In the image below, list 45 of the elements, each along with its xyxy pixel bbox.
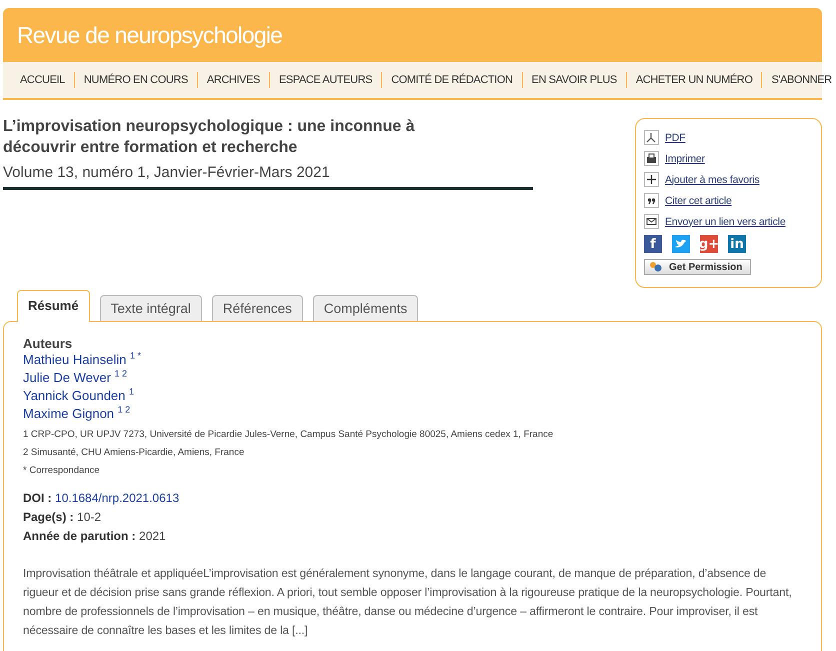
- nav-link[interactable]: ACHETER UN NUMÉRO: [626, 72, 762, 88]
- section-heading: Auteurs: [23, 336, 74, 351]
- nav-link[interactable]: S'ABONNER: [761, 72, 836, 88]
- share-icon[interactable]: f: [644, 235, 662, 253]
- doi-link[interactable]: 10.1684/nrp.2021.0613: [55, 491, 180, 505]
- author-link[interactable]: Yannick Gounden $^{1}$: [23, 387, 803, 405]
- nav-link[interactable]: EN SAVOIR PLUS: [522, 72, 626, 88]
- bird-icon[interactable]: [672, 235, 690, 253]
- author-link[interactable]: Mathieu Hainselin $^{1 *}$: [23, 351, 803, 369]
- tool-link[interactable]: Imprimer: [665, 152, 705, 164]
- nav-link[interactable]: ACCUEIL: [11, 72, 74, 88]
- meta-label: Année de parution :: [23, 529, 136, 543]
- nav-link[interactable]: ARCHIVES: [196, 72, 269, 88]
- tab[interactable]: Compléments: [312, 295, 418, 321]
- author-link[interactable]: Maxime Gignon $^{1 2}$: [23, 405, 803, 423]
- people-icon: [649, 261, 663, 273]
- quote-icon: [644, 193, 659, 208]
- printer-icon: [644, 151, 659, 166]
- tab[interactable]: Résumé: [17, 290, 90, 322]
- tab[interactable]: Références: [212, 295, 303, 321]
- mail-icon: [644, 214, 659, 229]
- document-icon: [644, 130, 659, 145]
- tool-link[interactable]: Envoyer un lien vers article: [665, 216, 786, 228]
- tool-link[interactable]: PDF: [665, 132, 686, 144]
- tool-link[interactable]: Ajouter à mes favoris: [665, 174, 760, 186]
- plus-icon: [644, 172, 659, 187]
- share-icon[interactable]: g+: [700, 235, 718, 253]
- issue-info: Volume 13, numéro 1, Janvier-Février-Mars 2021: [3, 164, 533, 190]
- meta-value: 10-2: [77, 510, 102, 524]
- meta-label: DOI :: [23, 491, 52, 505]
- affiliation-text: 2 Simusanté, CHU Amiens-Picardie, Amiens, France: [23, 446, 246, 459]
- abstract-text: Improvisation théâtrale et appliquéeL’improvisation est généralement synonyme, dans le langage courant, de manque de préparation, d’absence de rigueur et de décision prise sans grande réflexion. A priori, tout semble opposer l’improvisation à la rigoureuse pratique de la neuropsychologie. Pourtant, nombre de professionnels de l’improvisation – en musique, théâtre, danse ou médecine d’urgence – affirmeront le contraire. Pour improviser, il est nécessaire de connaître les bases et les limites de la [...]: [23, 566, 793, 639]
- nav-link[interactable]: NUMÉRO EN COURS: [74, 72, 197, 88]
- tool-link[interactable]: Citer cet article: [665, 194, 732, 206]
- author-link[interactable]: Julie De Wever $^{1 2}$: [23, 369, 803, 387]
- tab[interactable]: Texte intégral: [100, 295, 202, 321]
- share-icon[interactable]: in: [728, 235, 746, 253]
- meta-value: 2021: [139, 529, 166, 543]
- meta-label: Page(s) :: [23, 510, 74, 524]
- article-title: L’improvisation neuropsychologique : une inconnue à découvrir entre formation et recherche: [3, 117, 416, 158]
- affiliation-text: 1 CRP-CPO, UR UPJV 7273, Université de Picardie Jules-Verne, Campus Santé Psychologie 80025, Amiens cedex 1, France: [23, 428, 554, 441]
- permission-button[interactable]: Get Permission: [644, 259, 752, 275]
- nav-link[interactable]: COMITÉ DE RÉDACTION: [381, 72, 522, 88]
- affiliation-text: * Correspondance: [23, 464, 101, 477]
- nav-link[interactable]: ESPACE AUTEURS: [268, 72, 382, 88]
